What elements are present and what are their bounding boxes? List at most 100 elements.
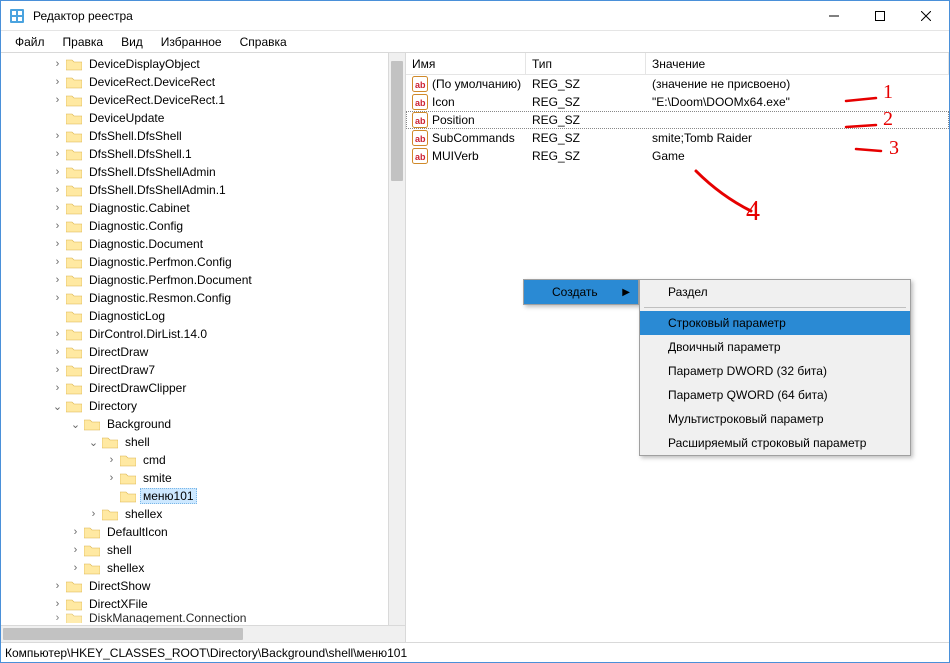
expand-icon[interactable]: › [69,544,82,557]
tree-item[interactable]: ›cmd [1,451,405,469]
value-row[interactable]: IconREG_SZ"E:\Doom\DOOMx64.exe" [406,93,949,111]
tree-item[interactable]: ›DiskManagement.Connection [1,613,405,623]
expand-icon[interactable]: › [51,220,64,233]
tree-item[interactable]: ›DirectDraw7 [1,361,405,379]
collapse-icon[interactable]: ⌄ [87,436,100,449]
ctx-create[interactable]: Создать ▶ [524,280,638,304]
tree-item[interactable]: ⌄Background [1,415,405,433]
expand-icon[interactable]: › [51,256,64,269]
ctx-new-qword[interactable]: Параметр QWORD (64 бита) [640,383,910,407]
maximize-button[interactable] [857,1,903,30]
expand-icon[interactable]: › [51,130,64,143]
ctx-new-string[interactable]: Строковый параметр [640,311,910,335]
tree-item[interactable]: ⌄shell [1,433,405,451]
expand-icon[interactable]: › [51,202,64,215]
tree-item[interactable]: ›DefaultIcon [1,523,405,541]
expand-icon[interactable]: › [51,346,64,359]
expand-icon[interactable]: › [51,184,64,197]
expand-icon[interactable]: › [51,58,64,71]
tree-item[interactable]: меню101 [1,487,405,505]
folder-icon [66,613,82,623]
expand-icon[interactable]: › [51,166,64,179]
tree-item[interactable]: ›shellex [1,559,405,577]
expand-icon[interactable]: › [51,76,64,89]
expand-icon[interactable]: › [105,472,118,485]
tree-item[interactable]: ›DeviceDisplayObject [1,55,405,73]
collapse-icon[interactable]: ⌄ [51,400,64,413]
tree-item[interactable]: DiagnosticLog [1,307,405,325]
tree-item[interactable]: ›shellex [1,505,405,523]
tree-item[interactable]: ›DeviceRect.DeviceRect [1,73,405,91]
expand-icon[interactable]: › [51,382,64,395]
string-value-icon [412,94,428,110]
folder-icon [84,543,100,557]
expand-icon[interactable]: › [51,148,64,161]
expand-icon[interactable]: › [51,238,64,251]
collapse-icon[interactable]: ⌄ [69,418,82,431]
tree-item[interactable]: ›shell [1,541,405,559]
tree-item[interactable]: ›Diagnostic.Resmon.Config [1,289,405,307]
tree-item-label: DirectDrawClipper [86,380,189,396]
tree-item[interactable]: ›DirectXFile [1,595,405,613]
status-path: Компьютер\HKEY_CLASSES_ROOT\Directory\Ba… [5,646,407,660]
expand-icon[interactable]: › [51,328,64,341]
tree-item[interactable]: ›Diagnostic.Perfmon.Document [1,271,405,289]
expand-icon[interactable]: › [51,580,64,593]
ctx-create-label: Создать [552,285,598,299]
folder-icon [66,579,82,593]
tree-item[interactable]: ›DirectDraw [1,343,405,361]
expand-icon[interactable]: › [105,454,118,467]
value-name-cell: (По умолчанию) [406,75,526,93]
expand-icon[interactable]: › [51,292,64,305]
tree-item[interactable]: ›smite [1,469,405,487]
menu-edit[interactable]: Правка [55,33,112,51]
tree-item[interactable]: ›Diagnostic.Cabinet [1,199,405,217]
tree-item[interactable]: ›Diagnostic.Document [1,235,405,253]
tree-item[interactable]: › DirControl.DirList.14.0 [1,325,405,343]
ctx-new-expandsz[interactable]: Расширяемый строковый параметр [640,431,910,455]
expand-icon[interactable]: › [51,613,64,623]
value-name-cell: MUIVerb [406,147,526,165]
tree-hscroll-thumb[interactable] [3,628,243,640]
value-row[interactable]: PositionREG_SZ [406,111,949,129]
ctx-new-dword[interactable]: Параметр DWORD (32 бита) [640,359,910,383]
tree-item[interactable]: ›DfsShell.DfsShellAdmin.1 [1,181,405,199]
ctx-new-key[interactable]: Раздел [640,280,910,304]
ctx-new-binary[interactable]: Двоичный параметр [640,335,910,359]
expand-icon[interactable]: › [69,526,82,539]
menu-help[interactable]: Справка [232,33,295,51]
tree-hscrollbar[interactable] [1,625,405,642]
tree-item[interactable]: ›DfsShell.DfsShell.1 [1,145,405,163]
expand-icon[interactable]: › [69,562,82,575]
tree-item[interactable]: ›DeviceRect.DeviceRect.1 [1,91,405,109]
value-row[interactable]: (По умолчанию)REG_SZ(значение не присвое… [406,75,949,93]
menu-fav[interactable]: Избранное [153,33,230,51]
value-row[interactable]: MUIVerbREG_SZGame [406,147,949,165]
col-type[interactable]: Тип [526,53,646,74]
tree-item[interactable]: ›Diagnostic.Config [1,217,405,235]
tree-vscroll-thumb[interactable] [391,61,403,181]
ctx-new-multisz[interactable]: Мультистроковый параметр [640,407,910,431]
col-name[interactable]: Имя [406,53,526,74]
menu-file[interactable]: Файл [7,33,53,51]
col-value[interactable]: Значение [646,53,949,74]
expand-icon[interactable]: › [87,508,100,521]
close-button[interactable] [903,1,949,30]
expand-icon[interactable]: › [51,598,64,611]
tree-item[interactable]: ›DirectShow [1,577,405,595]
expand-icon[interactable]: › [51,364,64,377]
tree-item[interactable]: DeviceUpdate [1,109,405,127]
tree-vscrollbar[interactable] [388,53,405,625]
registry-tree[interactable]: ›DeviceDisplayObject›DeviceRect.DeviceRe… [1,53,405,625]
tree-item[interactable]: ›Diagnostic.Perfmon.Config [1,253,405,271]
tree-item[interactable]: ⌄Directory [1,397,405,415]
value-row[interactable]: SubCommandsREG_SZsmite;Tomb Raider [406,129,949,147]
tree-item[interactable]: ›DfsShell.DfsShell [1,127,405,145]
tree-item[interactable]: ›DfsShell.DfsShellAdmin [1,163,405,181]
expand-icon[interactable]: › [51,274,64,287]
tree-item[interactable]: › DirectDrawClipper [1,379,405,397]
expand-icon[interactable]: › [51,94,64,107]
minimize-button[interactable] [811,1,857,30]
tree-item-label: DirControl.DirList.14.0 [86,326,210,342]
menu-view[interactable]: Вид [113,33,151,51]
